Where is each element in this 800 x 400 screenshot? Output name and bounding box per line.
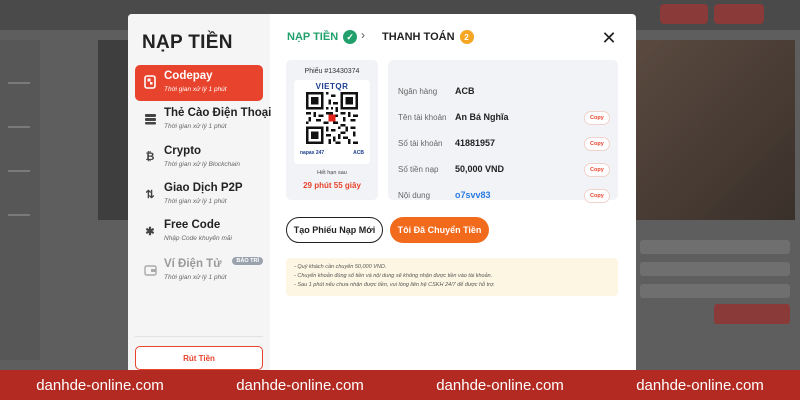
detail-row-content: Nội dung o7svv83 Copy xyxy=(388,186,618,206)
method-subtitle: Thời gian xử lý 1 phút xyxy=(164,274,227,281)
method-subtitle: Thời gian xử lý 1 phút xyxy=(164,123,227,130)
transferred-button[interactable]: Tôi Đã Chuyển Tiền xyxy=(390,217,489,243)
background-button xyxy=(714,4,764,24)
detail-row-account-name: Tên tài khoản An Bá Nghĩa Copy xyxy=(388,108,618,128)
method-item-codepay[interactable]: Codepay Thời gian xử lý 1 phút xyxy=(135,65,263,101)
step-label: THANH TOÁN xyxy=(382,31,455,43)
detail-value: 50,000 VND xyxy=(455,164,505,174)
method-label: Free Code xyxy=(164,219,221,231)
background-row xyxy=(640,262,790,276)
method-label: Codepay xyxy=(164,70,213,82)
expire-label: Hết hạn sau xyxy=(317,170,347,176)
watermark-text: danhde-online.com xyxy=(436,376,564,394)
method-item-e-wallet[interactable]: Ví Điện Tử Thời gian xử lý 1 phút BẢO TR… xyxy=(135,253,263,289)
notes-panel: Quý khách cần chuyển 50,000 VND. Chuyển … xyxy=(286,258,618,296)
note-item: Sau 1 phút nếu chưa nhận được tiền, vui … xyxy=(294,281,610,290)
card-stack-icon xyxy=(143,112,157,126)
modal-title: NẠP TIỀN xyxy=(142,32,233,53)
check-icon: ✓ xyxy=(343,30,358,44)
background-image xyxy=(635,40,795,220)
withdraw-button[interactable]: Rút Tiền xyxy=(135,346,263,370)
napas-logo: napas 247 xyxy=(300,150,325,156)
method-subtitle: Nhập Code khuyến mãi xyxy=(164,235,232,242)
background-row xyxy=(640,284,790,298)
method-subtitle: Thời gian xử lý 1 phút xyxy=(164,86,227,93)
qr-phone-icon xyxy=(143,75,157,89)
chevron-right-icon: › xyxy=(361,28,365,42)
method-label: Giao Dịch P2P xyxy=(164,182,243,194)
detail-row-account-number: Số tài khoản 41881957 Copy xyxy=(388,134,618,154)
detail-label: Tên tài khoản xyxy=(398,113,447,122)
new-ticket-button[interactable]: Tạo Phiếu Nạp Mới xyxy=(286,217,383,243)
detail-row-amount: Số tiền nạp 50,000 VND Copy xyxy=(388,160,618,180)
copy-button[interactable]: Copy xyxy=(585,190,609,202)
watermark-text: danhde-online.com xyxy=(636,376,764,394)
expire-countdown: 29 phút 55 giây xyxy=(303,181,361,190)
background-button xyxy=(714,304,790,324)
detail-label: Ngân hàng xyxy=(398,87,438,96)
qr-code-panel: VIETQR napas 247 ACB xyxy=(294,80,370,164)
detail-label: Nội dung xyxy=(398,191,431,200)
background-sidebar xyxy=(0,40,40,360)
method-label: Thẻ Cào Điện Thoại xyxy=(164,107,272,119)
vietqr-logo: VIETQR xyxy=(315,82,349,91)
detail-value: An Bá Nghĩa xyxy=(455,112,509,122)
background-row xyxy=(640,240,790,254)
gift-code-icon: ✱ xyxy=(145,225,155,238)
deposit-method-sidebar: NẠP TIỀN Codepay Thời gian xử lý 1 phút … xyxy=(128,14,271,374)
payment-ticket: Phiếu #13430374 VIETQR napas 247 ACB Hết… xyxy=(286,60,378,200)
detail-label: Số tiền nạp xyxy=(398,165,439,174)
note-item: Chuyển khoản đúng số tiền và nội dung sẽ… xyxy=(294,272,610,281)
detail-value: ACB xyxy=(455,86,475,96)
deposit-modal: NẠP TIỀN Codepay Thời gian xử lý 1 phút … xyxy=(128,14,636,374)
step-label: NẠP TIỀN xyxy=(287,31,339,43)
note-item: Quý khách cần chuyển 50,000 VND. xyxy=(294,263,610,272)
copy-button[interactable]: Copy xyxy=(585,164,609,176)
watermark-text: danhde-online.com xyxy=(36,376,164,394)
watermark-text: danhde-online.com xyxy=(236,376,364,394)
method-label: Crypto xyxy=(164,145,202,157)
method-item-free-code[interactable]: ✱ Free Code Nhập Code khuyến mãi xyxy=(135,214,263,250)
step-number: 2 xyxy=(459,30,474,44)
wallet-icon xyxy=(143,263,157,277)
transfer-icon: ⇅ xyxy=(145,188,155,201)
sidebar-divider xyxy=(135,336,263,337)
copy-button[interactable]: Copy xyxy=(585,138,609,150)
background-button xyxy=(660,4,708,24)
method-label: Ví Điện Tử xyxy=(164,258,222,270)
step-payment: THANH TOÁN 2 xyxy=(382,30,474,44)
method-subtitle: Thời gian xử lý 1 phút xyxy=(164,198,227,205)
close-icon[interactable]: ✕ xyxy=(600,29,618,47)
copy-button[interactable]: Copy xyxy=(585,112,609,124)
maintenance-badge: BẢO TRÌ xyxy=(232,257,263,265)
detail-value: o7svv83 xyxy=(455,190,491,200)
method-item-p2p[interactable]: ⇅ Giao Dịch P2P Thời gian xử lý 1 phút xyxy=(135,177,263,213)
method-item-crypto[interactable]: ₿ Crypto Thời gian xử lý Blockchain xyxy=(135,140,263,176)
method-item-phone-card[interactable]: Thẻ Cào Điện Thoại Thời gian xử lý 1 phú… xyxy=(135,102,271,138)
qr-footer: napas 247 ACB xyxy=(300,150,364,156)
bitcoin-icon: ₿ xyxy=(145,151,155,163)
method-subtitle: Thời gian xử lý Blockchain xyxy=(164,161,240,168)
ticket-code: Phiếu #13430374 xyxy=(304,68,360,75)
detail-label: Số tài khoản xyxy=(398,139,443,148)
watermark-footer: danhde-online.com danhde-online.com danh… xyxy=(0,370,800,400)
acb-logo: ACB xyxy=(353,150,364,156)
detail-value: 41881957 xyxy=(455,138,496,148)
detail-row-bank: Ngân hàng ACB xyxy=(388,82,618,102)
qr-code-icon xyxy=(306,92,358,144)
transfer-details: Ngân hàng ACB Tên tài khoản An Bá Nghĩa … xyxy=(388,60,618,202)
step-deposit: NẠP TIỀN ✓ xyxy=(287,30,358,44)
